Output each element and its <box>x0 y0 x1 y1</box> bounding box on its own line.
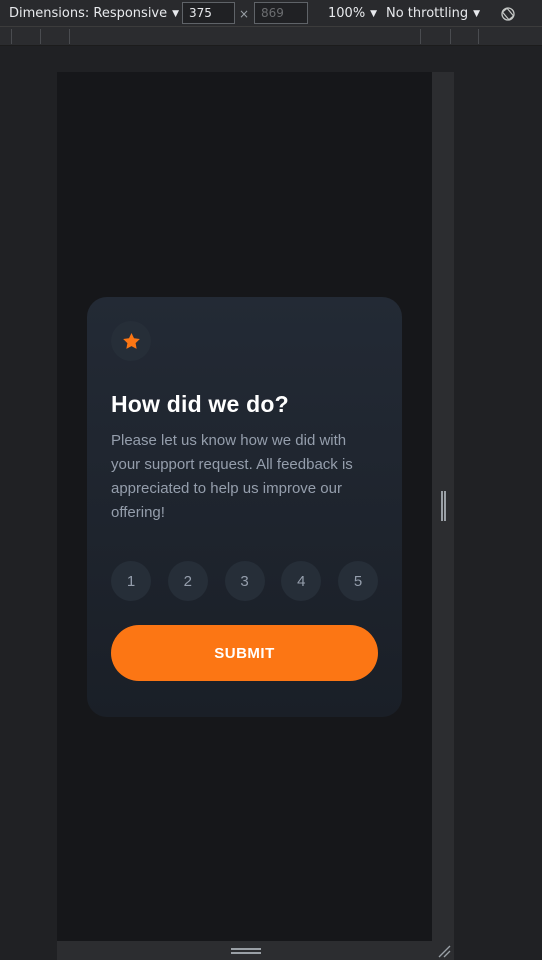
star-icon <box>122 333 140 349</box>
ruler-tick <box>420 29 421 44</box>
throttling-label: No throttling <box>386 6 469 21</box>
width-value: 375 <box>189 6 212 20</box>
caret-down-icon: ▼ <box>172 8 180 19</box>
caret-down-icon: ▼ <box>473 8 480 19</box>
rating-options: 1 2 3 4 5 <box>111 561 378 601</box>
times-symbol: × <box>239 6 250 21</box>
submit-button[interactable]: SUBMIT <box>111 625 378 681</box>
rating-option-2[interactable]: 2 <box>167 561 208 601</box>
throttling-dropdown[interactable]: No throttling ▼ <box>386 0 480 27</box>
ruler-tick <box>69 29 70 44</box>
rating-option-1[interactable]: 1 <box>111 561 151 601</box>
rotate-icon <box>501 6 515 21</box>
rating-option-5[interactable]: 5 <box>338 561 378 601</box>
bottom-resize-handle-icon[interactable] <box>231 948 261 954</box>
ruler-tick <box>450 29 451 44</box>
rating-card: How did we do? Please let us know how we… <box>87 297 402 717</box>
zoom-dropdown[interactable]: 100% ▼ <box>328 0 377 27</box>
dimensions-dropdown[interactable]: Dimensions: Responsive ▼ <box>9 0 179 27</box>
dimensions-label: Dimensions: Responsive <box>9 6 168 21</box>
rating-option-3[interactable]: 3 <box>224 561 265 601</box>
devtools-toolbar: Dimensions: Responsive ▼ 375 × 869 100% … <box>0 0 542 27</box>
rating-option-4[interactable]: 4 <box>281 561 322 601</box>
ruler-tick <box>478 29 479 44</box>
height-input[interactable]: 869 <box>254 2 308 24</box>
star-badge <box>111 321 151 361</box>
device-viewport: How did we do? Please let us know how we… <box>57 72 432 941</box>
card-description: Please let us know how we did with your … <box>111 432 353 521</box>
ruler-tick <box>11 29 12 44</box>
caret-down-icon: ▼ <box>370 8 378 19</box>
zoom-label: 100% <box>328 6 366 21</box>
media-query-ruler <box>0 27 542 46</box>
ruler-tick <box>40 29 41 44</box>
height-placeholder: 869 <box>261 6 284 20</box>
width-input[interactable]: 375 <box>182 2 235 24</box>
corner-resize-icon[interactable] <box>437 944 451 958</box>
card-title: How did we do? <box>111 391 289 417</box>
right-resize-handle-icon[interactable] <box>441 491 446 521</box>
rotate-button[interactable] <box>500 0 516 27</box>
